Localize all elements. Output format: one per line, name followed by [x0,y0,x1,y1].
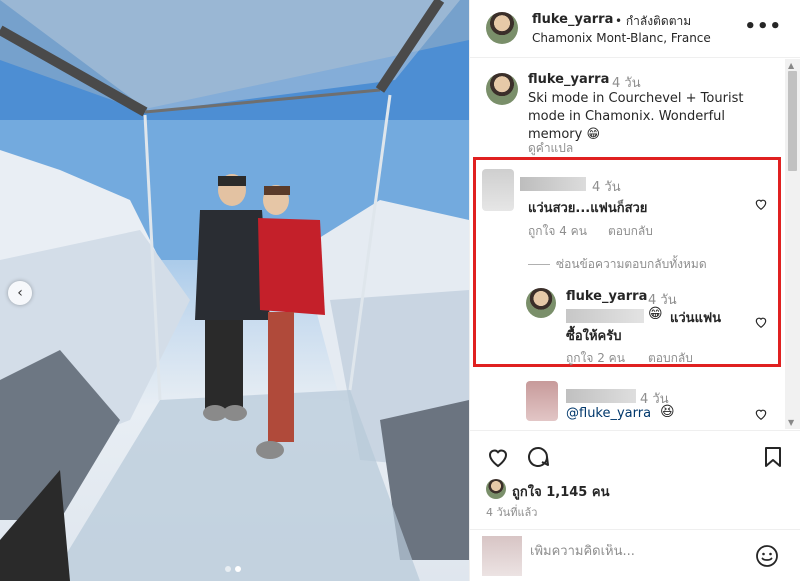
caption-username[interactable]: fluke_yarra [528,72,609,87]
commenter-avatar-blurred[interactable] [482,169,514,211]
post-time[interactable]: 4 วันที่แล้ว [486,503,537,521]
caption-text: Ski mode in Courchevel + Tourist mode in… [528,91,744,142]
like-icon[interactable] [486,445,510,469]
current-user-avatar-blurred [482,536,522,576]
comment-icon[interactable] [526,445,550,469]
add-comment-input[interactable] [530,544,750,559]
scroll-down-icon[interactable]: ▼ [788,418,794,427]
carousel-prev-button[interactable]: ‹ [8,281,32,305]
liked-by-avatar[interactable] [486,479,506,499]
emoji-icon[interactable] [755,544,779,568]
hide-replies-label: ซ่อนข้อความตอบกลับทั้งหมด [556,257,707,271]
hide-replies-button[interactable]: ซ่อนข้อความตอบกลับทั้งหมด [528,255,707,274]
comment2-mention[interactable]: @fluke_yarra [566,406,651,421]
reply-text-line1: แว่นแฟน [670,311,722,326]
caption-avatar[interactable] [486,73,518,105]
reply-likes[interactable]: ถูกใจ 2 คน [566,349,625,368]
scroll-up-icon[interactable]: ▲ [788,61,794,70]
hide-replies-line [528,264,550,265]
bookmark-icon[interactable] [761,445,785,469]
comment2-heart-icon[interactable] [754,407,768,421]
reply-heart-icon[interactable] [754,315,768,329]
commenter2-username-blurred[interactable] [566,389,636,403]
author-username[interactable]: fluke_yarra [532,12,613,27]
post-photo[interactable]: ‹ [0,0,469,581]
carousel-dots [225,566,241,572]
likes-count[interactable]: ถูกใจ 1,145 คน [512,481,609,502]
post-header: fluke_yarra • กำลังติดตาม Chamonix Mont-… [470,0,800,58]
photo-illustration [0,0,469,581]
reply-emoji: 😁 [648,306,663,322]
reply-mention-blurred [566,309,644,323]
follow-status[interactable]: • กำลังติดตาม [615,12,691,31]
commenter-username-blurred[interactable] [520,177,586,191]
reply-avatar[interactable] [526,288,556,318]
post-actions: ถูกใจ 1,145 คน 4 วันที่แล้ว [470,430,800,580]
comment-likes[interactable]: ถูกใจ 4 คน [528,222,587,241]
comment2-emoji: 😆 [660,404,675,420]
reply-text-line2: ซื้อให้ครับ [566,329,622,344]
translate-link[interactable]: ดูคำแปล [528,139,573,158]
carousel-dot [225,566,231,572]
more-options-icon[interactable]: ••• [744,16,782,37]
comment-time: 4 วัน [592,180,621,195]
comments-scrollbar[interactable]: ▲ ▼ [785,59,800,429]
comment-reply-button[interactable]: ตอบกลับ [608,222,653,241]
post-panel: fluke_yarra • กำลังติดตาม Chamonix Mont-… [469,0,800,581]
add-comment-bar [470,529,800,581]
reply-username[interactable]: fluke_yarra [566,289,647,304]
scrollbar-thumb[interactable] [788,71,797,171]
comment-heart-icon[interactable] [754,197,768,211]
carousel-dot-active [235,566,241,572]
commenter2-avatar-blurred[interactable] [526,381,558,421]
reply-reply-button[interactable]: ตอบกลับ [648,349,693,368]
author-avatar[interactable] [486,12,518,44]
post-location[interactable]: Chamonix Mont-Blanc, France [532,31,711,45]
comment-text: แว่นสวย...แฟนก็สวย [528,201,648,216]
comments-list: fluke_yarra 4 วัน Ski mode in Courchevel… [470,59,786,429]
